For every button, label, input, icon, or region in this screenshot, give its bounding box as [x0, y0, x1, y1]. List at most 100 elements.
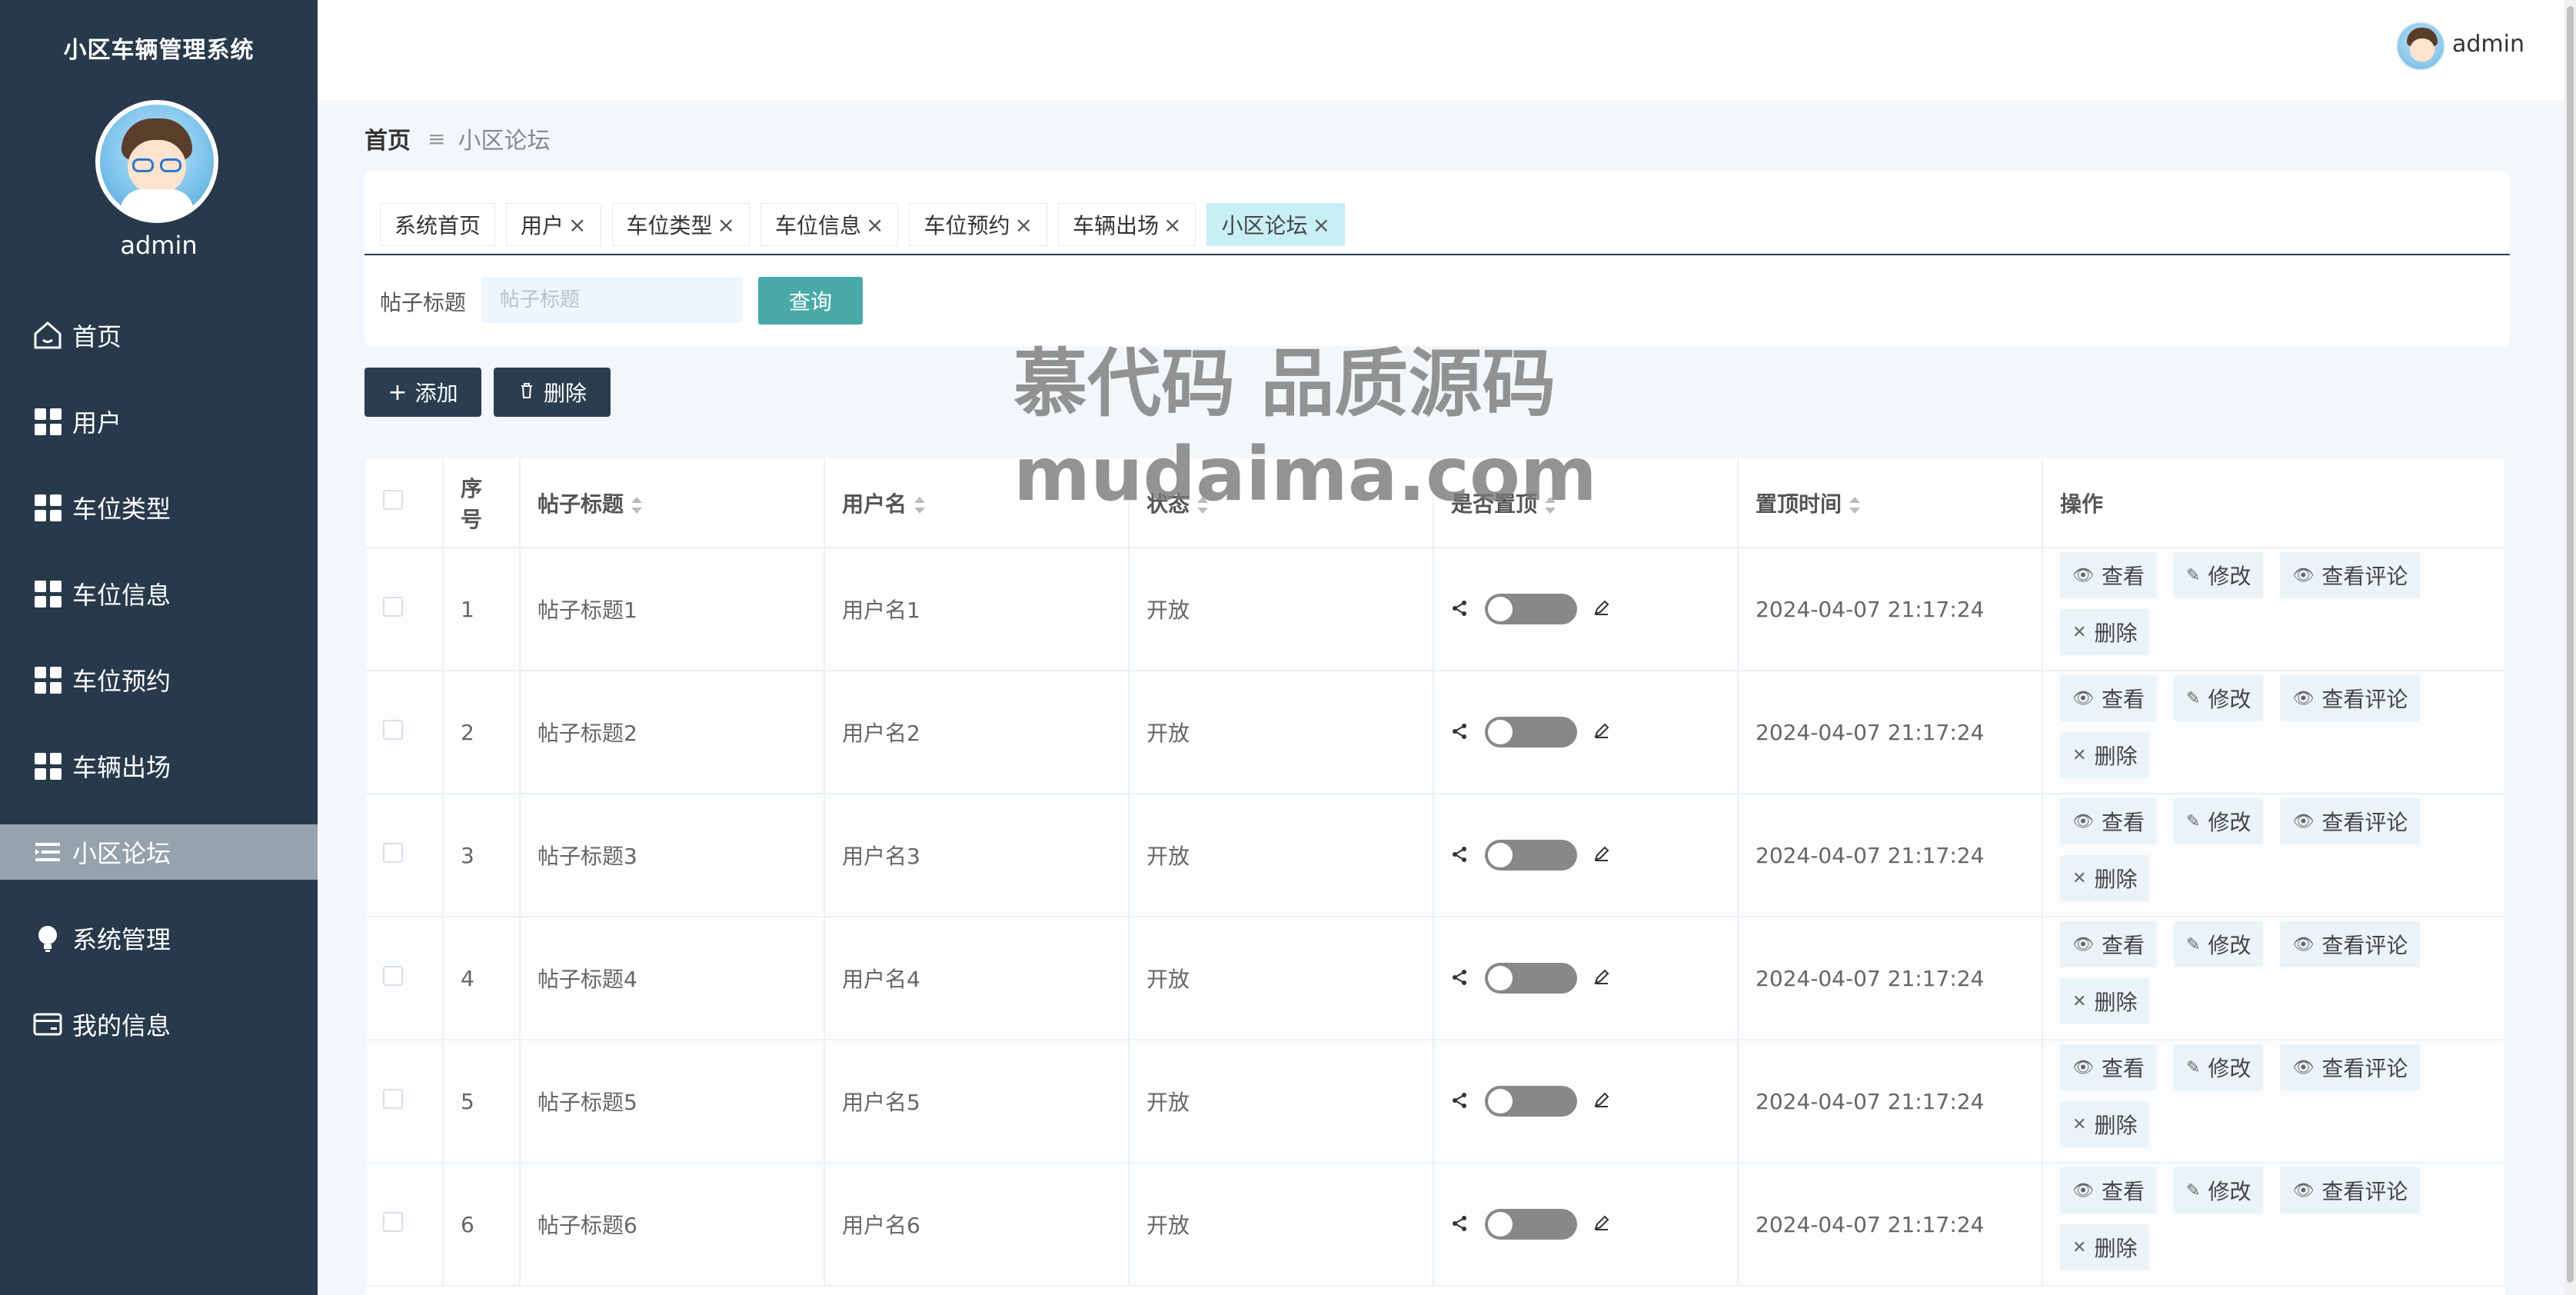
sort-icon[interactable] — [1849, 496, 1861, 514]
col-pin-time[interactable]: 置顶时间 — [1738, 458, 2043, 548]
row-delete-button[interactable]: ✕ 删除 — [2060, 855, 2150, 901]
share-icon[interactable] — [1451, 1089, 1468, 1114]
col-status[interactable]: 状态 — [1129, 458, 1434, 548]
sidebar-item-parking-info[interactable]: 车位信息 — [0, 566, 318, 621]
row-delete-button[interactable]: ✕ 删除 — [2060, 1224, 2150, 1270]
pin-toggle[interactable] — [1485, 717, 1577, 747]
pin-toggle[interactable] — [1485, 1086, 1577, 1117]
pencil-icon[interactable] — [1593, 1089, 1611, 1114]
share-icon[interactable] — [1451, 1212, 1468, 1237]
delete-label: 删除 — [2094, 990, 2138, 1015]
tab-parking-booking[interactable]: 车位预约 × — [909, 203, 1047, 246]
query-button[interactable]: 查询 — [758, 277, 863, 325]
view-button[interactable]: 👁 查看 — [2060, 675, 2157, 721]
view-button[interactable]: 👁 查看 — [2060, 921, 2157, 967]
edit-button[interactable]: ✎ 修改 — [2173, 1167, 2264, 1213]
edit-button[interactable]: ✎ 修改 — [2173, 552, 2264, 598]
tab-system-home[interactable]: 系统首页 — [380, 203, 496, 246]
table-row[interactable]: 6 帖子标题6 用户名6 开放 2024-04-07 21:17:24 👁 查看 … — [366, 1163, 2505, 1287]
sidebar-item-forum[interactable]: 小区论坛 — [0, 824, 318, 880]
sidebar-item-system[interactable]: 系统管理 — [0, 910, 318, 966]
pencil-icon[interactable] — [1593, 966, 1611, 991]
tab-parking-type[interactable]: 车位类型 × — [611, 203, 750, 246]
row-delete-button[interactable]: ✕ 删除 — [2060, 732, 2150, 778]
tab-parking-info[interactable]: 车位信息 × — [760, 203, 899, 246]
breadcrumb-home[interactable]: 首页 — [364, 122, 411, 155]
delete-button[interactable]: 删除 — [494, 368, 611, 417]
pin-toggle[interactable] — [1485, 594, 1577, 624]
view-button[interactable]: 👁 查看 — [2060, 1167, 2157, 1213]
col-title[interactable]: 帖子标题 — [520, 458, 825, 548]
close-icon[interactable]: × — [568, 212, 586, 238]
close-icon[interactable]: × — [1312, 212, 1330, 238]
row-checkbox[interactable] — [366, 671, 444, 794]
pencil-icon[interactable] — [1593, 597, 1611, 622]
avatar[interactable] — [95, 100, 218, 223]
pin-toggle[interactable] — [1485, 1209, 1577, 1240]
sort-icon[interactable] — [914, 496, 926, 514]
share-icon[interactable] — [1451, 966, 1468, 991]
search-input[interactable] — [481, 277, 743, 323]
avatar[interactable] — [2396, 22, 2445, 71]
col-pinned[interactable]: 是否置顶 — [1433, 458, 1739, 548]
close-icon[interactable]: × — [1014, 212, 1032, 238]
sort-icon[interactable] — [1197, 496, 1209, 514]
edit-button[interactable]: ✎ 修改 — [2173, 675, 2264, 721]
eye-icon: 👁 — [2292, 688, 2315, 708]
edit-button[interactable]: ✎ 修改 — [2173, 798, 2264, 844]
sort-icon[interactable] — [1545, 496, 1556, 514]
close-icon[interactable]: × — [717, 212, 735, 238]
view-comments-button[interactable]: 👁 查看评论 — [2280, 1167, 2421, 1213]
view-comments-button[interactable]: 👁 查看评论 — [2280, 798, 2421, 844]
pin-toggle[interactable] — [1485, 963, 1577, 994]
table-row[interactable]: 4 帖子标题4 用户名4 开放 2024-04-07 21:17:24 👁 查看 … — [366, 917, 2505, 1040]
sidebar-item-users[interactable]: 用户 — [0, 394, 318, 449]
sidebar-item-parking-booking[interactable]: 车位预约 — [0, 652, 318, 707]
view-button[interactable]: 👁 查看 — [2060, 798, 2157, 844]
sidebar-item-my-info[interactable]: 我的信息 — [0, 997, 318, 1052]
view-comments-button[interactable]: 👁 查看评论 — [2280, 1044, 2421, 1090]
tab-users[interactable]: 用户 × — [506, 203, 601, 246]
share-icon[interactable] — [1451, 720, 1468, 745]
table-row[interactable]: 1 帖子标题1 用户名1 开放 2024-04-07 21:17:24 👁 查看 … — [366, 548, 2505, 671]
edit-button[interactable]: ✎ 修改 — [2173, 1044, 2264, 1090]
pin-toggle[interactable] — [1485, 840, 1577, 871]
header-username[interactable]: admin — [2452, 31, 2564, 58]
sidebar-item-vehicle-exit[interactable]: 车辆出场 — [0, 738, 318, 794]
view-comments-button[interactable]: 👁 查看评论 — [2280, 552, 2421, 598]
add-button[interactable]: + 添加 — [364, 368, 481, 417]
sidebar-item-home[interactable]: 首页 — [0, 308, 318, 363]
pencil-icon[interactable] — [1593, 843, 1611, 868]
view-button[interactable]: 👁 查看 — [2060, 1044, 2157, 1090]
view-button[interactable]: 👁 查看 — [2060, 552, 2157, 598]
row-checkbox[interactable] — [366, 548, 444, 671]
tab-vehicle-exit[interactable]: 车辆出场 × — [1057, 203, 1196, 246]
view-comments-button[interactable]: 👁 查看评论 — [2280, 921, 2421, 967]
sort-icon[interactable] — [631, 496, 643, 514]
table-row[interactable]: 2 帖子标题2 用户名2 开放 2024-04-07 21:17:24 👁 查看 … — [366, 671, 2505, 794]
row-checkbox[interactable] — [366, 1163, 444, 1287]
select-all-checkbox[interactable] — [366, 458, 444, 548]
col-label: 状态 — [1147, 491, 1190, 517]
share-icon[interactable] — [1451, 843, 1468, 868]
pencil-icon[interactable] — [1593, 720, 1611, 745]
table-row[interactable]: 3 帖子标题3 用户名3 开放 2024-04-07 21:17:24 👁 查看 … — [366, 794, 2505, 917]
sidebar-item-parking-type[interactable]: 车位类型 — [0, 480, 318, 535]
row-checkbox[interactable] — [366, 917, 444, 1040]
row-delete-button[interactable]: ✕ 删除 — [2060, 609, 2150, 655]
table-row[interactable]: 5 帖子标题5 用户名5 开放 2024-04-07 21:17:24 👁 查看 … — [366, 1040, 2505, 1164]
col-user[interactable]: 用户名 — [824, 458, 1130, 548]
close-icon: ✕ — [2072, 745, 2087, 765]
close-icon[interactable]: × — [1163, 212, 1181, 238]
view-comments-button[interactable]: 👁 查看评论 — [2280, 675, 2421, 721]
row-checkbox[interactable] — [366, 794, 444, 917]
row-checkbox[interactable] — [366, 1040, 444, 1164]
tab-forum[interactable]: 小区论坛 × — [1206, 203, 1345, 246]
row-delete-button[interactable]: ✕ 删除 — [2060, 1101, 2150, 1147]
row-delete-button[interactable]: ✕ 删除 — [2060, 978, 2150, 1024]
edit-button[interactable]: ✎ 修改 — [2173, 921, 2264, 967]
share-icon[interactable] — [1451, 597, 1468, 622]
pencil-icon[interactable] — [1593, 1212, 1611, 1237]
scrollbar[interactable] — [2564, 0, 2576, 1295]
close-icon[interactable]: × — [866, 212, 884, 238]
